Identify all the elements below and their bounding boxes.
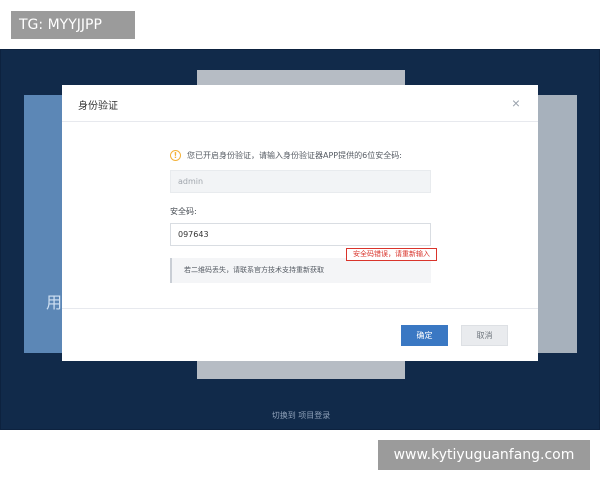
background-card-bottom <box>197 361 405 379</box>
account-field: admin <box>170 170 431 193</box>
verification-notice: ! 您已开启身份验证，请输入身份验证器APP提供的6位安全码: <box>170 148 402 162</box>
dialog-title: 身份验证 <box>78 101 118 112</box>
error-tooltip: 安全码错误，请重新输入 <box>346 248 437 261</box>
notice-text: 您已开启身份验证，请输入身份验证器APP提供的6位安全码: <box>187 150 402 160</box>
site-url-watermark: www.kytiyuguanfang.com <box>378 440 590 470</box>
dialog-header: 身份验证 × <box>62 85 538 122</box>
identity-verification-dialog: 身份验证 × ! 您已开启身份验证，请输入身份验证器APP提供的6位安全码: a… <box>62 85 538 361</box>
background-card-top <box>197 70 405 86</box>
dialog-footer-divider <box>62 308 538 309</box>
security-code-input[interactable]: 097643 <box>170 223 431 246</box>
security-code-label: 安全码: <box>170 207 197 216</box>
confirm-button[interactable]: 确定 <box>401 325 448 346</box>
background-card-right <box>538 95 577 353</box>
tg-watermark: TG: MYYJJPP <box>11 11 135 39</box>
cancel-button[interactable]: 取消 <box>461 325 508 346</box>
switch-to-project-login-link[interactable]: 切换到 项目登录 <box>1 410 600 421</box>
background-card-text: 用 <box>46 293 63 312</box>
qr-lost-hint: 若二维码丢失，请联系官方技术支持重新获取 <box>170 258 431 283</box>
info-warning-icon: ! <box>170 149 181 161</box>
close-icon[interactable]: × <box>510 96 522 110</box>
